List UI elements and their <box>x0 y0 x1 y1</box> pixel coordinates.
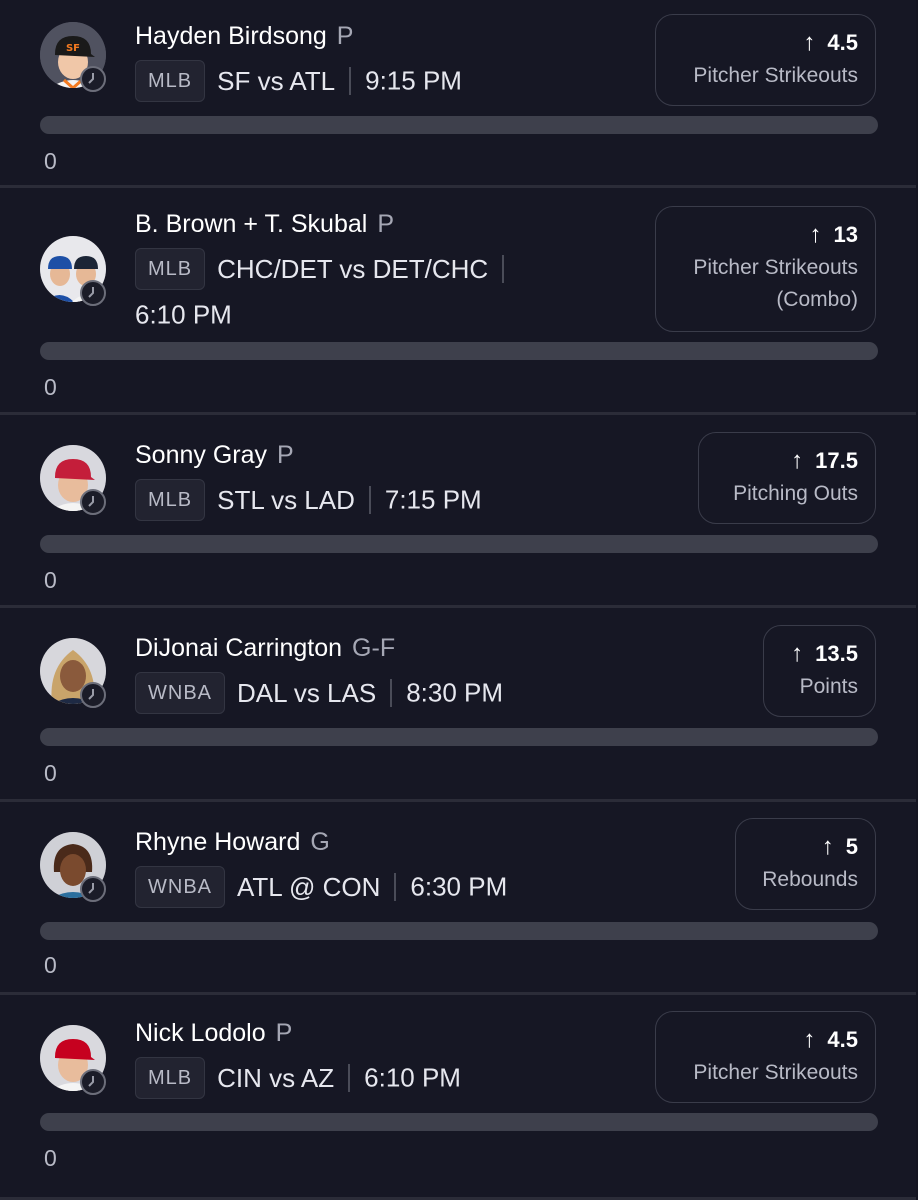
arrow-up-icon: ↑ <box>803 29 816 56</box>
progress-bar <box>40 1113 878 1131</box>
progress-bar <box>40 116 878 134</box>
player-name-line: DiJonai Carrington G-F <box>135 632 395 664</box>
player-name: Hayden Birdsong <box>135 22 327 50</box>
player-name-line: Nick Lodolo P <box>135 1017 292 1049</box>
game-time: 7:15 PM <box>384 484 482 515</box>
player-position: P <box>336 22 354 50</box>
pick-card[interactable]: Nick Lodolo P MLB CIN vs AZ 6:10 PM ↑ 4.5 Pi… <box>0 995 916 1200</box>
matchup: STL vs LAD <box>217 484 355 515</box>
progress-value: 0 <box>44 760 57 786</box>
game-info: MLB CHC/DET vs DET/CHC <box>135 248 518 290</box>
player-name: Sonny Gray <box>135 441 268 469</box>
prop-line-box[interactable]: ↑ 13.5 Points <box>763 625 876 717</box>
game-time: 6:30 PM <box>410 871 508 902</box>
game-info: MLB STL vs LAD 7:15 PM <box>135 479 482 521</box>
clock-icon <box>80 66 106 92</box>
pick-card[interactable]: SF Hayden Birdsong P MLB SF vs ATL 9:15 PM … <box>0 0 916 188</box>
prop-line-box[interactable]: ↑ 4.5 Pitcher Strikeouts <box>655 14 876 106</box>
pick-card[interactable]: DiJonai Carrington G-F WNBA DAL vs LAS 8:30… <box>0 608 916 802</box>
league-badge: MLB <box>135 60 206 102</box>
stat-type: Pitcher Strikeouts <box>693 64 858 87</box>
progress-bar <box>40 342 878 360</box>
player-name: Rhyne Howard <box>135 828 301 856</box>
matchup: CHC/DET vs DET/CHC <box>217 253 489 284</box>
prop-line-box[interactable]: ↑ 17.5 Pitching Outs <box>698 432 876 524</box>
prop-line-value: 13 <box>833 222 858 247</box>
player-name: B. Brown + T. Skubal <box>135 210 368 238</box>
progress-bar <box>40 922 878 940</box>
arrow-up-icon: ↑ <box>791 447 804 474</box>
clock-icon <box>80 682 106 708</box>
progress-bar <box>40 728 878 746</box>
clock-icon <box>80 280 106 306</box>
league-badge: WNBA <box>135 672 225 714</box>
matchup: ATL @ CON <box>237 871 381 902</box>
progress-value: 0 <box>44 952 57 978</box>
arrow-up-icon: ↑ <box>809 221 822 248</box>
svg-text:SF: SF <box>66 43 80 54</box>
stat-type: Points <box>799 675 858 698</box>
game-time: 9:15 PM <box>365 65 462 96</box>
league-badge: MLB <box>135 248 206 290</box>
prop-line-box[interactable]: ↑ 4.5 Pitcher Strikeouts <box>655 1011 876 1103</box>
clock-icon <box>80 1069 106 1095</box>
divider <box>368 486 371 514</box>
game-time: 8:30 PM <box>406 677 504 708</box>
game-time-line: 6:10 PM <box>135 298 232 331</box>
league-badge: MLB <box>135 1057 206 1099</box>
progress-value: 0 <box>44 567 57 593</box>
player-name-line: Sonny Gray P <box>135 439 294 471</box>
prop-line-value: 4.5 <box>827 1027 858 1052</box>
stat-type: Pitching Outs <box>733 482 858 505</box>
pick-card[interactable]: B. Brown + T. Skubal P MLB CHC/DET vs DET/… <box>0 188 916 415</box>
player-position: P <box>275 1019 293 1047</box>
stat-type-suffix: (Combo) <box>776 288 858 311</box>
progress-value: 0 <box>44 374 57 400</box>
arrow-up-icon: ↑ <box>791 640 804 667</box>
game-time: 6:10 PM <box>364 1062 461 1093</box>
game-info: WNBA DAL vs LAS 8:30 PM <box>135 672 503 714</box>
player-name: Nick Lodolo <box>135 1019 266 1047</box>
prop-line-value: 13.5 <box>815 641 858 666</box>
prop-line-value: 4.5 <box>827 30 858 55</box>
divider <box>349 67 352 95</box>
matchup: DAL vs LAS <box>237 677 377 708</box>
arrow-up-icon: ↑ <box>821 833 834 860</box>
player-position: P <box>377 210 394 238</box>
prop-line-value: 17.5 <box>815 448 858 473</box>
player-position: G-F <box>352 634 396 662</box>
prop-line-value: 5 <box>845 834 858 859</box>
divider <box>390 679 393 707</box>
stat-type: Pitcher Strikeouts <box>693 256 858 279</box>
player-position: G <box>310 828 330 856</box>
game-info: MLB SF vs ATL 9:15 PM <box>135 60 462 102</box>
clock-icon <box>80 489 106 515</box>
player-name: DiJonai Carrington <box>135 634 343 662</box>
stat-type: Pitcher Strikeouts <box>693 1061 858 1084</box>
prop-line-box[interactable]: ↑ 13 Pitcher Strikeouts (Combo) <box>655 206 876 332</box>
player-name-line: B. Brown + T. Skubal P <box>135 208 394 240</box>
matchup: CIN vs AZ <box>217 1062 335 1093</box>
player-name-line: Rhyne Howard G <box>135 826 330 858</box>
game-time: 6:10 PM <box>135 299 232 330</box>
progress-bar <box>40 535 878 553</box>
progress-value: 0 <box>44 148 57 174</box>
game-info: WNBA ATL @ CON 6:30 PM <box>135 866 507 908</box>
clock-icon <box>80 876 106 902</box>
pick-card[interactable]: Sonny Gray P MLB STL vs LAD 7:15 PM ↑ 17.5 P… <box>0 415 916 608</box>
prop-line-box[interactable]: ↑ 5 Rebounds <box>735 818 876 910</box>
game-info: MLB CIN vs AZ 6:10 PM <box>135 1057 461 1099</box>
arrow-up-icon: ↑ <box>803 1026 816 1053</box>
player-position: P <box>277 441 294 469</box>
divider <box>502 255 505 283</box>
league-badge: WNBA <box>135 866 225 908</box>
league-badge: MLB <box>135 479 206 521</box>
stat-type: Rebounds <box>762 868 858 891</box>
progress-value: 0 <box>44 1145 57 1171</box>
divider <box>394 873 397 901</box>
player-name-line: Hayden Birdsong P <box>135 20 353 52</box>
matchup: SF vs ATL <box>217 65 336 96</box>
divider <box>348 1064 351 1092</box>
pick-card[interactable]: Rhyne Howard G WNBA ATL @ CON 6:30 PM ↑ 5 Re… <box>0 802 916 995</box>
